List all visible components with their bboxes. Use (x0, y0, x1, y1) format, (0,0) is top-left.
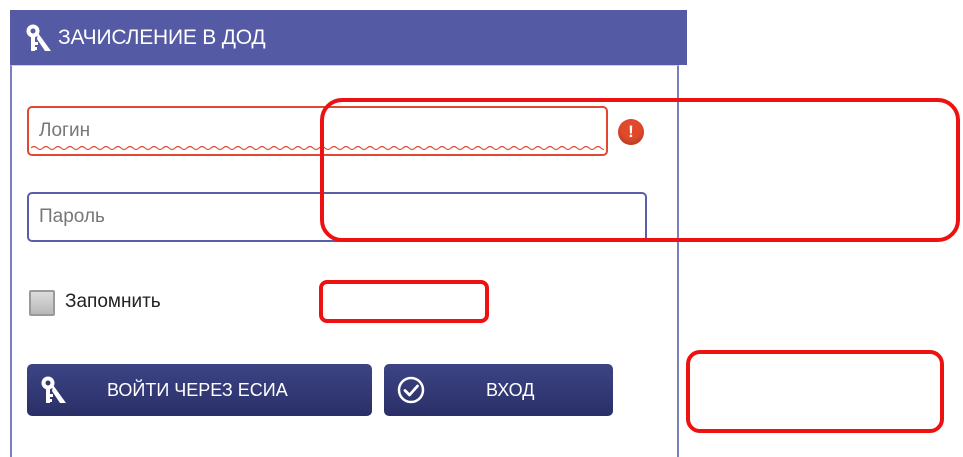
esia-login-button[interactable]: ВОЙТИ ЧЕРЕЗ ЕСИА (27, 364, 372, 416)
annotation-highlight (320, 98, 960, 242)
login-button-label: ВХОД (486, 379, 535, 400)
esia-key-icon (41, 376, 66, 403)
esia-key-icon (26, 24, 51, 51)
login-button[interactable]: ВХОД (384, 364, 613, 416)
remember-checkbox[interactable] (29, 290, 55, 316)
annotation-highlight (319, 280, 489, 323)
annotation-highlight (686, 350, 944, 433)
page-title: ЗАЧИСЛЕНИЕ В ДОД (58, 25, 266, 49)
remember-label: Запомнить (65, 291, 161, 312)
esia-button-label: ВОЙТИ ЧЕРЕЗ ЕСИА (107, 379, 288, 400)
check-circle-icon (397, 376, 425, 404)
panel-header: ЗАЧИСЛЕНИЕ В ДОД (10, 10, 687, 65)
